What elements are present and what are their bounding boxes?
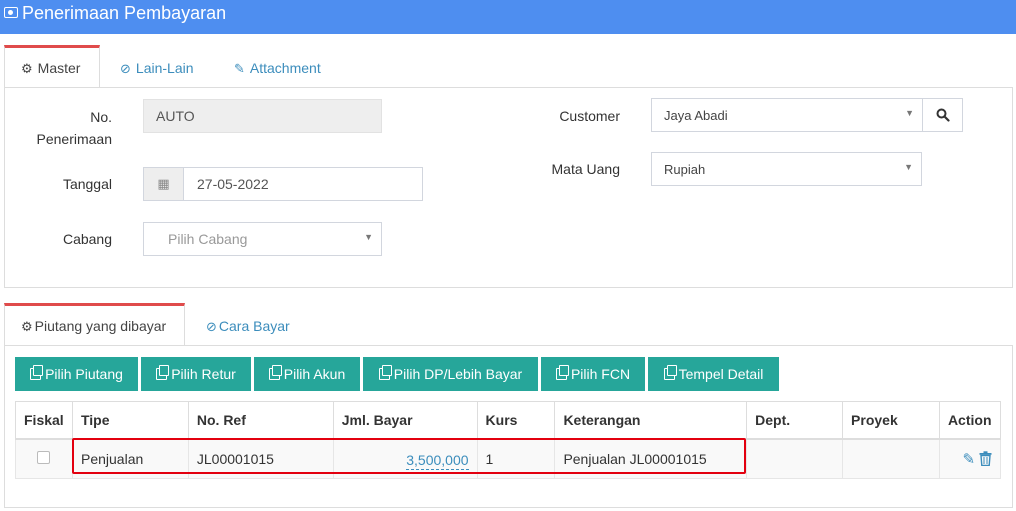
col-jml-bayar: Jml. Bayar xyxy=(332,401,478,440)
mata-uang-select[interactable]: Rupiah ▼ xyxy=(651,152,922,186)
cogs-icon: ⚙ xyxy=(21,319,33,334)
table-header-row: Fiskal Tipe No. Ref Jml. Bayar Kurs Kete… xyxy=(15,401,1002,440)
edit-pencil-icon[interactable]: ✎ xyxy=(963,451,976,468)
pilih-piutang-label: Pilih Piutang xyxy=(45,366,123,382)
calendar-icon[interactable]: ▦ xyxy=(144,168,184,200)
action-cell: ✎ xyxy=(938,438,1002,479)
chevron-down-icon: ▼ xyxy=(904,162,913,172)
check-circle-icon: ⊘ xyxy=(206,319,217,334)
cogs-icon: ⚙ xyxy=(21,61,33,76)
customer-search-button[interactable] xyxy=(922,98,963,132)
tab-lain-lain-label: Lain-Lain xyxy=(135,60,194,76)
customer-label: Customer xyxy=(559,108,620,124)
col-kurs: Kurs xyxy=(476,401,556,440)
dept-cell xyxy=(746,438,844,479)
pilih-akun-label: Pilih Akun xyxy=(283,366,346,382)
no-penerimaan-value: AUTO xyxy=(156,108,195,124)
mata-uang-value: Rupiah xyxy=(664,161,706,177)
tanggal-value: 27-05-2022 xyxy=(197,176,269,192)
tanggal-field[interactable]: ▦ 27-05-2022 xyxy=(143,167,423,201)
no-penerimaan-label: No. Penerimaan xyxy=(36,109,113,147)
tab-piutang-label: Piutang yang dibayar xyxy=(34,318,167,334)
pilih-retur-label: Pilih Retur xyxy=(171,366,236,382)
page-title: Penerimaan Pembayaran xyxy=(22,3,227,23)
search-icon xyxy=(936,108,950,122)
window-title-bar: Penerimaan Pembayaran xyxy=(0,0,1016,34)
col-dept: Dept. xyxy=(746,401,844,440)
pilih-retur-button[interactable]: Pilih Retur xyxy=(141,357,251,391)
copy-icon xyxy=(268,365,282,380)
customer-select[interactable]: Jaya Abadi ▼ xyxy=(651,98,923,132)
trash-icon[interactable] xyxy=(979,451,992,466)
pilih-fcn-button[interactable]: Pilih FCN xyxy=(541,357,645,391)
fiskal-cell xyxy=(15,438,73,479)
cabang-select[interactable]: Pilih Cabang ▼ xyxy=(143,222,382,256)
proyek-cell xyxy=(842,438,940,479)
highlight-box xyxy=(72,438,746,474)
copy-icon xyxy=(378,365,392,380)
tab-master-label: Master xyxy=(37,60,81,76)
tab-lain-lain[interactable]: ⊘ Lain-Lain xyxy=(104,47,210,90)
customer-value: Jaya Abadi xyxy=(664,107,728,123)
copy-icon xyxy=(30,365,44,380)
fiskal-checkbox[interactable] xyxy=(37,450,51,464)
pilih-akun-button[interactable]: Pilih Akun xyxy=(254,357,360,391)
cabang-label: Cabang xyxy=(62,231,112,247)
tab-attachment[interactable]: ✎ Attachment xyxy=(218,47,337,90)
tab-master[interactable]: ⚙ Master xyxy=(4,45,100,88)
pilih-piutang-button[interactable]: Pilih Piutang xyxy=(15,357,138,391)
pilih-dp-button[interactable]: Pilih DP/Lebih Bayar xyxy=(363,357,538,391)
tab-cara-bayar[interactable]: ⊘ Cara Bayar xyxy=(190,305,306,348)
chevron-down-icon: ▼ xyxy=(905,108,914,118)
col-tipe: Tipe xyxy=(71,401,189,440)
paperclip-icon: ✎ xyxy=(234,61,245,76)
check-circle-icon: ⊘ xyxy=(120,61,131,76)
col-no-ref: No. Ref xyxy=(187,401,334,440)
tempel-detail-button[interactable]: Tempel Detail xyxy=(648,357,779,391)
cabang-placeholder: Pilih Cabang xyxy=(168,231,248,247)
col-fiskal: Fiskal xyxy=(15,401,73,440)
pilih-fcn-label: Pilih FCN xyxy=(570,366,631,382)
col-action: Action xyxy=(938,401,1002,440)
tab-piutang-yang-dibayar[interactable]: ⚙ Piutang yang dibayar xyxy=(4,303,185,346)
pilih-dp-label: Pilih DP/Lebih Bayar xyxy=(393,366,523,382)
tanggal-label: Tanggal xyxy=(62,176,112,192)
tab-attachment-label: Attachment xyxy=(249,60,321,76)
tab-cara-bayar-label: Cara Bayar xyxy=(218,318,290,334)
money-icon xyxy=(4,7,18,18)
paste-icon xyxy=(663,365,677,380)
col-keterangan: Keterangan xyxy=(554,401,748,440)
chevron-down-icon: ▼ xyxy=(364,232,373,242)
mata-uang-label: Mata Uang xyxy=(551,161,620,177)
copy-icon xyxy=(555,365,569,380)
col-proyek: Proyek xyxy=(842,401,940,440)
no-penerimaan-field: AUTO xyxy=(143,99,382,133)
tempel-detail-label: Tempel Detail xyxy=(678,366,764,382)
copy-icon xyxy=(156,365,170,380)
